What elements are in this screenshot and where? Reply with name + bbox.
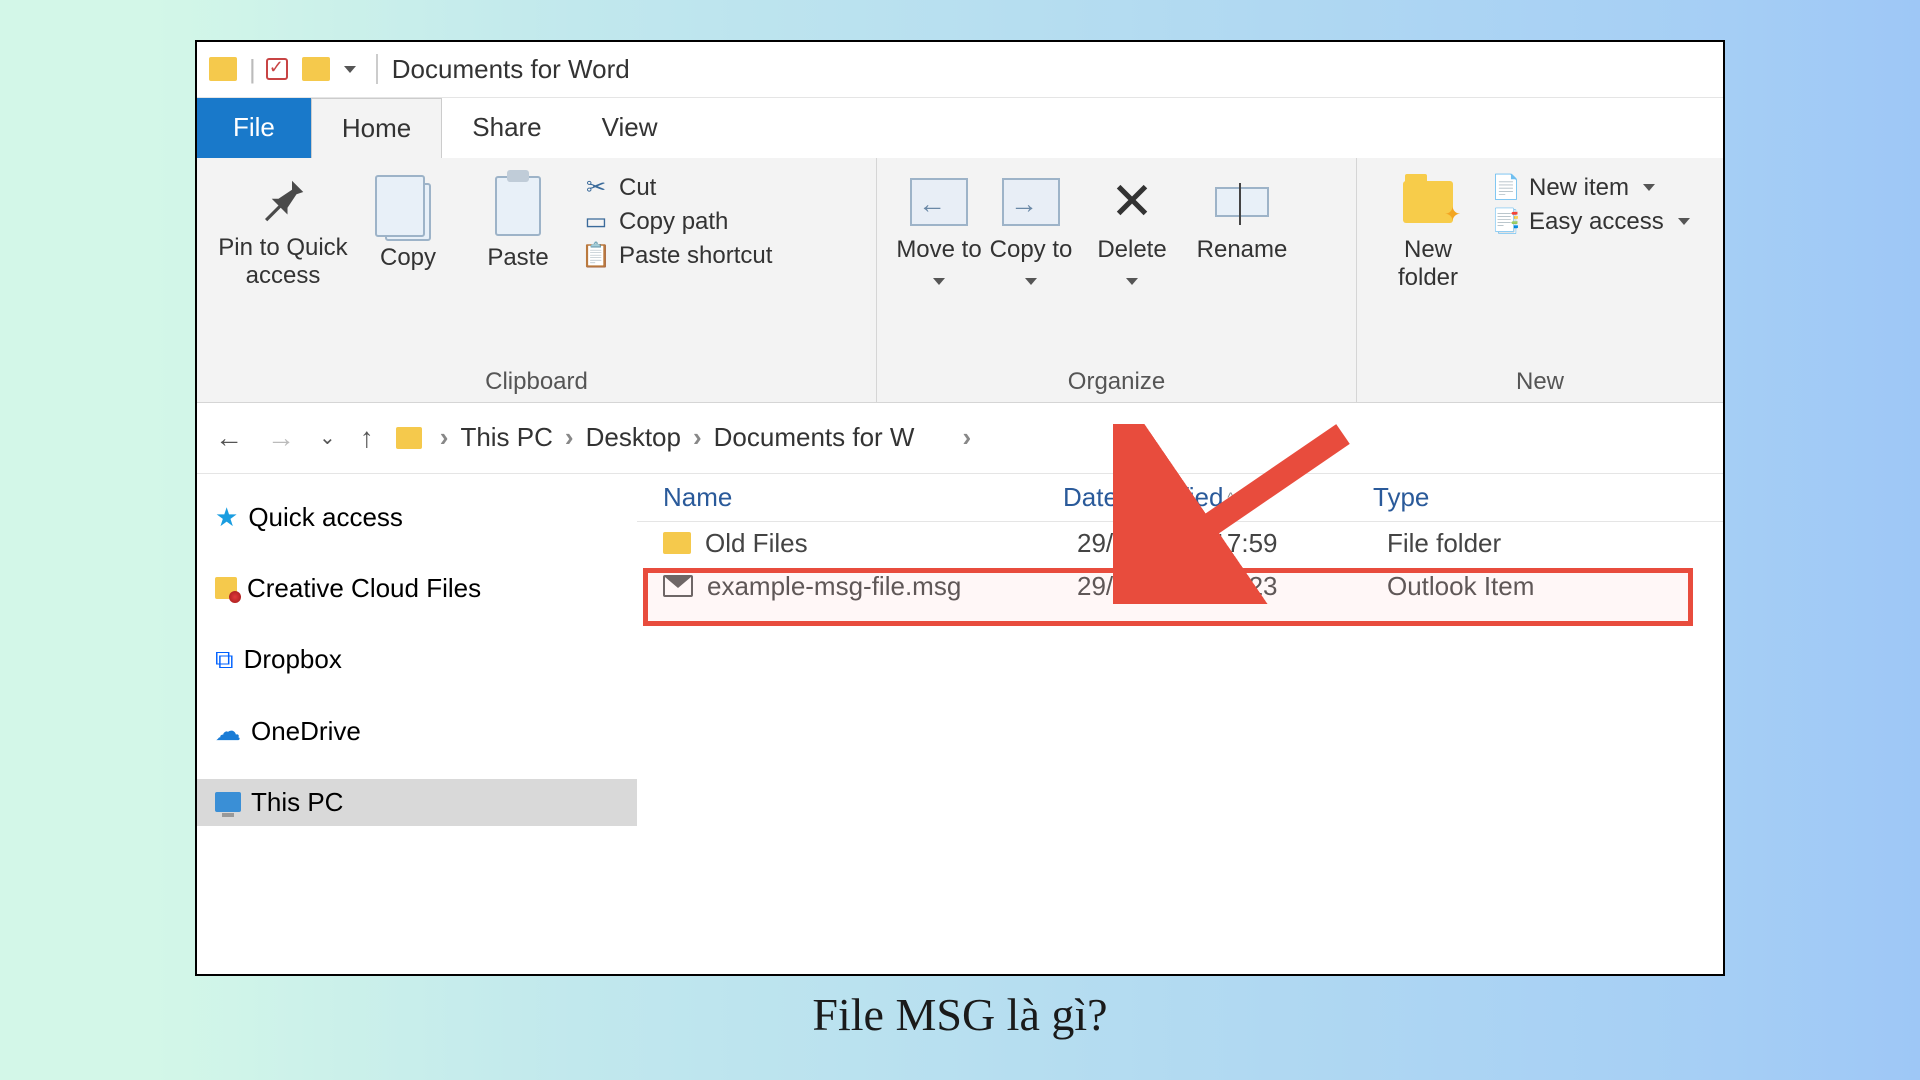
move-to-icon bbox=[910, 174, 968, 230]
ribbon-tabs: File Home Share View bbox=[197, 98, 1723, 158]
nav-creative-cloud[interactable]: Creative Cloud Files bbox=[197, 565, 637, 612]
group-label-new: New bbox=[1373, 362, 1707, 396]
ribbon-group-new: New folder 📄New item 📑Easy access New bbox=[1357, 158, 1723, 402]
separator: | bbox=[249, 54, 256, 85]
group-label-organize: Organize bbox=[893, 362, 1340, 396]
titlebar: | Documents for Word bbox=[197, 42, 1723, 98]
copy-to-icon bbox=[1002, 174, 1060, 230]
annotation-highlight bbox=[643, 568, 1693, 626]
file-list: Name Date modified^ Type Old Files 29/11… bbox=[637, 474, 1723, 974]
nav-history-dropdown-icon[interactable]: ⌄ bbox=[311, 425, 344, 450]
nav-back-icon[interactable]: ← bbox=[207, 422, 251, 454]
nav-up-icon[interactable]: ↑ bbox=[352, 422, 382, 454]
new-folder-button[interactable]: New folder bbox=[1373, 168, 1483, 294]
folder-icon bbox=[663, 532, 691, 554]
easy-access-icon: 📑 bbox=[1493, 209, 1519, 235]
rename-icon bbox=[1215, 174, 1269, 230]
rename-button[interactable]: Rename bbox=[1187, 168, 1297, 265]
breadcrumb-current[interactable]: Documents for W bbox=[714, 422, 915, 453]
cloud-icon: ☁ bbox=[215, 716, 241, 747]
tab-file[interactable]: File bbox=[197, 98, 311, 158]
pin-to-quick-access-button[interactable]: Pin to Quick access bbox=[213, 168, 353, 292]
paste-shortcut-button[interactable]: 📋Paste shortcut bbox=[583, 242, 772, 270]
delete-x-icon: ✕ bbox=[1110, 174, 1154, 230]
file-name: Old Files bbox=[705, 528, 1077, 559]
file-explorer-window: | Documents for Word File Home Share Vie… bbox=[195, 40, 1725, 976]
copy-button[interactable]: Copy bbox=[353, 168, 463, 273]
new-item-button[interactable]: 📄New item bbox=[1493, 174, 1690, 202]
new-item-icon: 📄 bbox=[1493, 175, 1519, 201]
chevron-right-icon[interactable]: › bbox=[440, 422, 449, 453]
shortcut-icon: 📋 bbox=[583, 243, 609, 269]
qat-dropdown-icon[interactable] bbox=[344, 66, 356, 73]
chevron-right-icon[interactable]: › bbox=[565, 422, 574, 453]
caption-text: File MSG là gì? bbox=[812, 988, 1107, 1041]
checkmark-icon[interactable] bbox=[266, 58, 288, 80]
pc-icon bbox=[215, 792, 241, 812]
cut-button[interactable]: ✂Cut bbox=[583, 174, 772, 202]
folder-icon[interactable] bbox=[302, 57, 330, 81]
tab-share[interactable]: Share bbox=[442, 98, 571, 158]
breadcrumb-this-pc[interactable]: This PC bbox=[460, 422, 552, 453]
pin-icon bbox=[256, 174, 310, 228]
ribbon: Pin to Quick access Copy Paste ✂Cut ▭Cop… bbox=[197, 158, 1723, 403]
group-label-clipboard: Clipboard bbox=[213, 362, 860, 396]
column-name[interactable]: Name bbox=[663, 482, 1063, 513]
tab-home[interactable]: Home bbox=[311, 98, 442, 158]
paste-button[interactable]: Paste bbox=[463, 168, 573, 273]
window-title: Documents for Word bbox=[392, 54, 630, 85]
column-date[interactable]: Date modified^ bbox=[1063, 482, 1373, 513]
sort-caret-icon: ^ bbox=[1227, 489, 1234, 505]
copy-icon bbox=[385, 174, 431, 238]
nav-onedrive[interactable]: ☁OneDrive bbox=[197, 708, 637, 755]
breadcrumb-desktop[interactable]: Desktop bbox=[586, 422, 681, 453]
nav-dropbox[interactable]: ⧉Dropbox bbox=[197, 636, 637, 684]
file-date: 29/11/2020 17:59 bbox=[1077, 528, 1387, 559]
nav-forward-icon: → bbox=[259, 422, 303, 454]
dropbox-icon: ⧉ bbox=[215, 644, 234, 676]
scissors-icon: ✂ bbox=[583, 175, 609, 201]
folder-icon bbox=[209, 57, 237, 81]
path-icon: ▭ bbox=[583, 209, 609, 235]
folder-icon bbox=[396, 427, 422, 449]
file-row-folder[interactable]: Old Files 29/11/2020 17:59 File folder bbox=[637, 522, 1723, 565]
nav-quick-access[interactable]: ★Quick access bbox=[197, 494, 637, 541]
creative-cloud-icon bbox=[215, 577, 237, 599]
ribbon-group-organize: Move to Copy to ✕ Delete Rename Organize bbox=[877, 158, 1357, 402]
copy-path-button[interactable]: ▭Copy path bbox=[583, 208, 772, 236]
column-headers: Name Date modified^ Type bbox=[637, 474, 1723, 522]
new-folder-icon bbox=[1403, 174, 1453, 230]
file-type: File folder bbox=[1387, 528, 1723, 559]
tab-view[interactable]: View bbox=[572, 98, 688, 158]
nav-this-pc[interactable]: This PC bbox=[197, 779, 637, 826]
paste-icon bbox=[495, 174, 541, 238]
navigation-pane: ★Quick access Creative Cloud Files ⧉Drop… bbox=[197, 474, 637, 974]
chevron-right-icon[interactable]: › bbox=[962, 422, 971, 453]
separator bbox=[376, 54, 378, 84]
body: ★Quick access Creative Cloud Files ⧉Drop… bbox=[197, 473, 1723, 974]
copy-to-button[interactable]: Copy to bbox=[985, 168, 1077, 294]
easy-access-button[interactable]: 📑Easy access bbox=[1493, 208, 1690, 236]
ribbon-group-clipboard: Pin to Quick access Copy Paste ✂Cut ▭Cop… bbox=[197, 158, 877, 402]
column-type[interactable]: Type bbox=[1373, 482, 1723, 513]
star-icon: ★ bbox=[215, 502, 238, 533]
address-bar: ← → ⌄ ↑ › This PC › Desktop › Documents … bbox=[197, 403, 1723, 473]
delete-button[interactable]: ✕ Delete bbox=[1077, 168, 1187, 294]
move-to-button[interactable]: Move to bbox=[893, 168, 985, 294]
chevron-right-icon[interactable]: › bbox=[693, 422, 702, 453]
